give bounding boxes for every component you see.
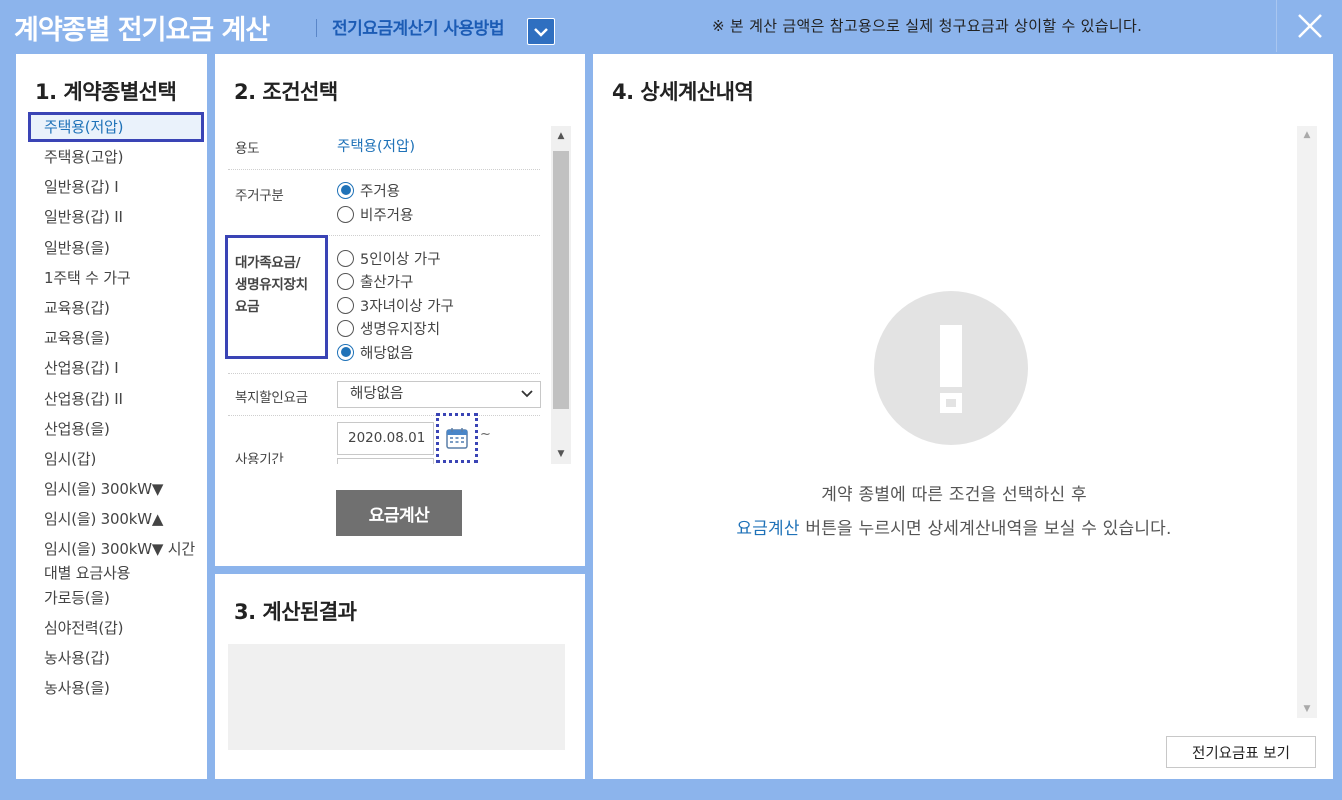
contract-item[interactable]: 심야전력(갑): [28, 613, 204, 643]
section3-title: 3. 계산된결과: [234, 600, 357, 624]
family-label-highlight: [225, 235, 328, 359]
radio-residence-0[interactable]: 주거용: [337, 179, 400, 201]
alert-icon: [874, 291, 1028, 445]
contract-item[interactable]: 주택용(고압): [28, 142, 204, 172]
chevron-down-icon: [520, 383, 534, 414]
radio-family-4[interactable]: 해당없음: [337, 341, 413, 363]
scroll-down-icon[interactable]: ▼: [551, 444, 571, 464]
radio-button[interactable]: [337, 181, 354, 199]
usage-row: 용도 주택용(저압): [228, 126, 540, 170]
radio-button[interactable]: [337, 249, 354, 267]
contract-item[interactable]: 일반용(갑) II: [28, 202, 204, 232]
scroll-up-icon[interactable]: ▲: [551, 126, 571, 146]
contract-item[interactable]: 농사용(을): [28, 673, 204, 703]
period-label: 사용기간: [235, 452, 284, 464]
radio-button[interactable]: [337, 319, 354, 337]
contract-item[interactable]: 교육용(갑): [28, 293, 204, 323]
residence-row: 주거구분 주거용 비주거용: [228, 170, 540, 236]
contract-item[interactable]: 일반용(갑) I: [28, 172, 204, 202]
header-notice: ※ 본 계산 금액은 참고용으로 실제 청구요금과 상이할 수 있습니다.: [712, 17, 1143, 35]
result-box: [228, 644, 565, 750]
chevron-down-icon: [534, 27, 548, 37]
detail-scrollbar[interactable]: ▲ ▼: [1297, 126, 1317, 718]
app-title: 계약종별 전기요금 계산: [14, 15, 270, 46]
calculate-button[interactable]: 요금계산: [336, 490, 462, 536]
contract-item[interactable]: 일반용(을): [28, 233, 204, 263]
radio-family-1[interactable]: 출산가구: [337, 270, 413, 292]
section2-title: 2. 조건선택: [234, 80, 338, 104]
howto-link[interactable]: 전기요금계산기 사용방법: [332, 14, 504, 39]
contract-item[interactable]: 임시(갑): [28, 444, 204, 474]
section4-title: 4. 상세계산내역: [612, 80, 754, 104]
close-icon: [1297, 14, 1322, 38]
calendar-icon: [446, 428, 468, 449]
howto-toggle-button[interactable]: [527, 18, 555, 45]
radio-residence-1[interactable]: 비주거용: [337, 203, 413, 225]
scroll-thumb[interactable]: [553, 151, 569, 409]
welfare-select[interactable]: 해당없음: [337, 381, 541, 408]
radio-button[interactable]: [337, 272, 354, 290]
radio-family-0[interactable]: 5인이상 가구: [337, 247, 441, 269]
calculate-link-text: 요금계산: [736, 519, 800, 539]
contract-item[interactable]: 임시(을) 300kW▼ 시간대별 요금사용: [28, 535, 204, 589]
close-button[interactable]: [1276, 0, 1342, 52]
condition-scrollbar[interactable]: ▲ ▼: [551, 126, 571, 464]
radio-family-2[interactable]: 3자녀이상 가구: [337, 294, 454, 316]
calendar-button[interactable]: [436, 413, 478, 463]
contract-item[interactable]: 농사용(갑): [28, 643, 204, 673]
welfare-label: 복지할인요금: [235, 390, 308, 406]
contract-item[interactable]: 산업용(갑) I: [28, 353, 204, 383]
header-bar: 계약종별 전기요금 계산 전기요금계산기 사용방법 ※ 본 계산 금액은 참고용…: [0, 0, 1342, 52]
contract-item[interactable]: 가로등(을): [28, 583, 204, 613]
contract-item[interactable]: 산업용(갑) II: [28, 384, 204, 414]
title-divider: [316, 19, 317, 37]
residence-label: 주거구분: [235, 188, 284, 204]
scroll-up-icon[interactable]: ▲: [1297, 130, 1317, 140]
detail-message-line2: 요금계산 버튼을 누르시면 상세계산내역을 보실 수 있습니다.: [736, 519, 1172, 539]
contract-item[interactable]: 1주택 수 가구: [28, 263, 204, 293]
rate-table-button[interactable]: 전기요금표 보기: [1166, 736, 1316, 768]
contract-item[interactable]: 주택용(저압): [28, 112, 204, 142]
radio-button[interactable]: [337, 343, 354, 361]
period-end-input[interactable]: [337, 458, 434, 464]
contract-item[interactable]: 임시(을) 300kW▼: [28, 474, 204, 504]
section1-title: 1. 계약종별선택: [35, 80, 177, 104]
contract-item[interactable]: 교육용(을): [28, 323, 204, 353]
contract-item[interactable]: 산업용(을): [28, 414, 204, 444]
period-separator: ~: [480, 427, 491, 442]
radio-button[interactable]: [337, 205, 354, 223]
contract-item[interactable]: 임시(을) 300kW▲: [28, 504, 204, 534]
period-start-input[interactable]: 2020.08.01: [337, 422, 434, 455]
radio-family-3[interactable]: 생명유지장치: [337, 317, 440, 339]
usage-label: 용도: [235, 141, 260, 157]
contract-type-list: 주택용(저압) 주택용(고압) 일반용(갑) I 일반용(갑) II 일반용(을…: [28, 112, 204, 703]
radio-button[interactable]: [337, 296, 354, 314]
scroll-down-icon[interactable]: ▼: [1297, 704, 1317, 714]
detail-message-line1: 계약 종별에 따른 조건을 선택하신 후: [821, 485, 1087, 505]
usage-value: 주택용(저압): [337, 139, 416, 155]
